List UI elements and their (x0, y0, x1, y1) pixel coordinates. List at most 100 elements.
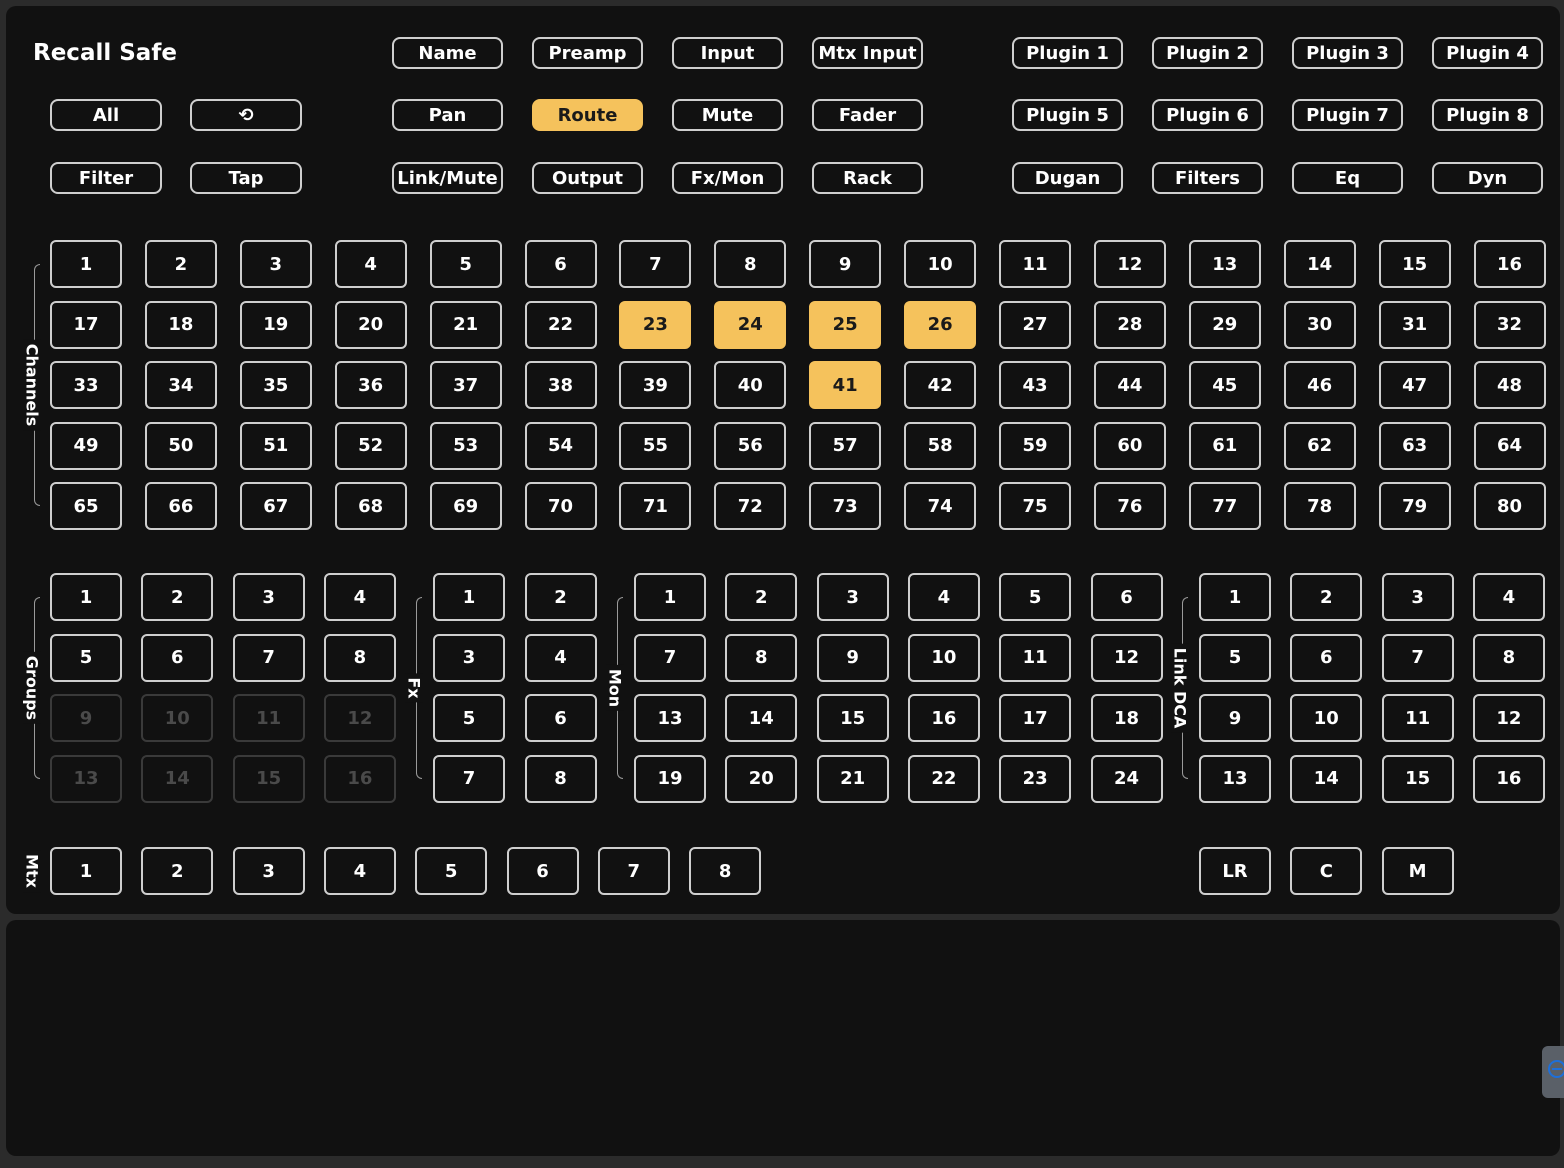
channel-51-button[interactable]: 51 (239, 421, 312, 470)
side-tab[interactable] (1542, 1046, 1564, 1098)
filter-button[interactable]: Filter (50, 162, 162, 194)
channel-20-button[interactable]: 20 (334, 300, 407, 349)
channel-3-button[interactable]: 3 (239, 240, 312, 288)
fx-4-button[interactable]: 4 (524, 633, 597, 682)
dyn-button[interactable]: Dyn (1432, 162, 1543, 194)
channel-41-button[interactable]: 41 (809, 361, 882, 409)
mtx-1-button[interactable]: 1 (50, 847, 122, 895)
channel-69-button[interactable]: 69 (429, 482, 502, 530)
link-dca-13-button[interactable]: 13 (1199, 754, 1271, 803)
fx-8-button[interactable]: 8 (524, 754, 597, 803)
channel-24-button[interactable]: 24 (714, 300, 787, 349)
channel-38-button[interactable]: 38 (524, 361, 597, 409)
channel-61-button[interactable]: 61 (1188, 421, 1261, 470)
channel-42-button[interactable]: 42 (904, 361, 977, 409)
channel-40-button[interactable]: 40 (714, 361, 787, 409)
link-dca-7-button[interactable]: 7 (1381, 633, 1454, 682)
channel-53-button[interactable]: 53 (429, 421, 502, 470)
fx-5-button[interactable]: 5 (433, 694, 505, 742)
fx-6-button[interactable]: 6 (524, 694, 597, 742)
channel-47-button[interactable]: 47 (1378, 361, 1451, 409)
plugin-7-button[interactable]: Plugin 7 (1292, 99, 1403, 131)
link-dca-12-button[interactable]: 12 (1472, 694, 1545, 742)
channel-52-button[interactable]: 52 (334, 421, 407, 470)
channel-55-button[interactable]: 55 (619, 421, 692, 470)
eq-button[interactable]: Eq (1292, 162, 1403, 194)
channel-30-button[interactable]: 30 (1283, 300, 1356, 349)
group-5-button[interactable]: 5 (50, 633, 122, 682)
plugin-6-button[interactable]: Plugin 6 (1152, 99, 1263, 131)
rack-button[interactable]: Rack (812, 162, 923, 194)
channel-7-button[interactable]: 7 (619, 240, 692, 288)
link-dca-10-button[interactable]: 10 (1290, 694, 1363, 742)
channel-72-button[interactable]: 72 (714, 482, 787, 530)
channel-70-button[interactable]: 70 (524, 482, 597, 530)
channel-23-button[interactable]: 23 (619, 300, 692, 349)
link-mute-button[interactable]: Link/Mute (392, 162, 503, 194)
link-dca-3-button[interactable]: 3 (1381, 573, 1454, 621)
mon-16-button[interactable]: 16 (907, 694, 980, 742)
mon-4-button[interactable]: 4 (907, 573, 980, 621)
mon-12-button[interactable]: 12 (1090, 633, 1163, 682)
channel-66-button[interactable]: 66 (144, 482, 217, 530)
channel-75-button[interactable]: 75 (999, 482, 1071, 530)
channel-31-button[interactable]: 31 (1378, 300, 1451, 349)
mon-18-button[interactable]: 18 (1090, 694, 1163, 742)
fx-2-button[interactable]: 2 (524, 573, 597, 621)
link-dca-6-button[interactable]: 6 (1290, 633, 1363, 682)
channel-8-button[interactable]: 8 (714, 240, 787, 288)
channel-6-button[interactable]: 6 (524, 240, 597, 288)
filters-button[interactable]: Filters (1152, 162, 1263, 194)
plugin-1-button[interactable]: Plugin 1 (1012, 37, 1123, 69)
channel-54-button[interactable]: 54 (524, 421, 597, 470)
fx-7-button[interactable]: 7 (433, 754, 505, 803)
tap-button[interactable]: Tap (190, 162, 302, 194)
mtx-6-button[interactable]: 6 (506, 847, 579, 895)
mon-20-button[interactable]: 20 (725, 754, 798, 803)
mon-7-button[interactable]: 7 (634, 633, 706, 682)
group-2-button[interactable]: 2 (141, 573, 214, 621)
link-dca-8-button[interactable]: 8 (1472, 633, 1545, 682)
channel-27-button[interactable]: 27 (999, 300, 1071, 349)
mtx-5-button[interactable]: 5 (415, 847, 488, 895)
channel-64-button[interactable]: 64 (1473, 421, 1546, 470)
plugin-5-button[interactable]: Plugin 5 (1012, 99, 1123, 131)
link-dca-2-button[interactable]: 2 (1290, 573, 1363, 621)
mon-6-button[interactable]: 6 (1090, 573, 1163, 621)
channel-34-button[interactable]: 34 (144, 361, 217, 409)
channel-79-button[interactable]: 79 (1378, 482, 1451, 530)
mon-9-button[interactable]: 9 (816, 633, 889, 682)
channel-19-button[interactable]: 19 (239, 300, 312, 349)
channel-26-button[interactable]: 26 (904, 300, 977, 349)
channel-45-button[interactable]: 45 (1188, 361, 1261, 409)
channel-29-button[interactable]: 29 (1188, 300, 1261, 349)
plugin-4-button[interactable]: Plugin 4 (1432, 37, 1543, 69)
mon-13-button[interactable]: 13 (634, 694, 706, 742)
mon-11-button[interactable]: 11 (999, 633, 1072, 682)
channel-18-button[interactable]: 18 (144, 300, 217, 349)
link-dca-16-button[interactable]: 16 (1472, 754, 1545, 803)
channel-56-button[interactable]: 56 (714, 421, 787, 470)
link-dca-1-button[interactable]: 1 (1199, 573, 1271, 621)
channel-14-button[interactable]: 14 (1283, 240, 1356, 288)
fx-1-button[interactable]: 1 (433, 573, 505, 621)
channel-78-button[interactable]: 78 (1283, 482, 1356, 530)
input-button[interactable]: Input (672, 37, 783, 69)
channel-10-button[interactable]: 10 (904, 240, 977, 288)
channel-44-button[interactable]: 44 (1093, 361, 1166, 409)
channel-28-button[interactable]: 28 (1093, 300, 1166, 349)
channel-4-button[interactable]: 4 (334, 240, 407, 288)
channel-50-button[interactable]: 50 (144, 421, 217, 470)
channel-77-button[interactable]: 77 (1188, 482, 1261, 530)
mtx-3-button[interactable]: 3 (232, 847, 305, 895)
channel-71-button[interactable]: 71 (619, 482, 692, 530)
name-button[interactable]: Name (392, 37, 503, 69)
channel-16-button[interactable]: 16 (1473, 240, 1546, 288)
channel-76-button[interactable]: 76 (1093, 482, 1166, 530)
reset-icon[interactable]: ⟲ (190, 99, 302, 131)
channel-59-button[interactable]: 59 (999, 421, 1071, 470)
channel-68-button[interactable]: 68 (334, 482, 407, 530)
channel-11-button[interactable]: 11 (999, 240, 1071, 288)
pan-button[interactable]: Pan (392, 99, 503, 131)
dugan-button[interactable]: Dugan (1012, 162, 1123, 194)
